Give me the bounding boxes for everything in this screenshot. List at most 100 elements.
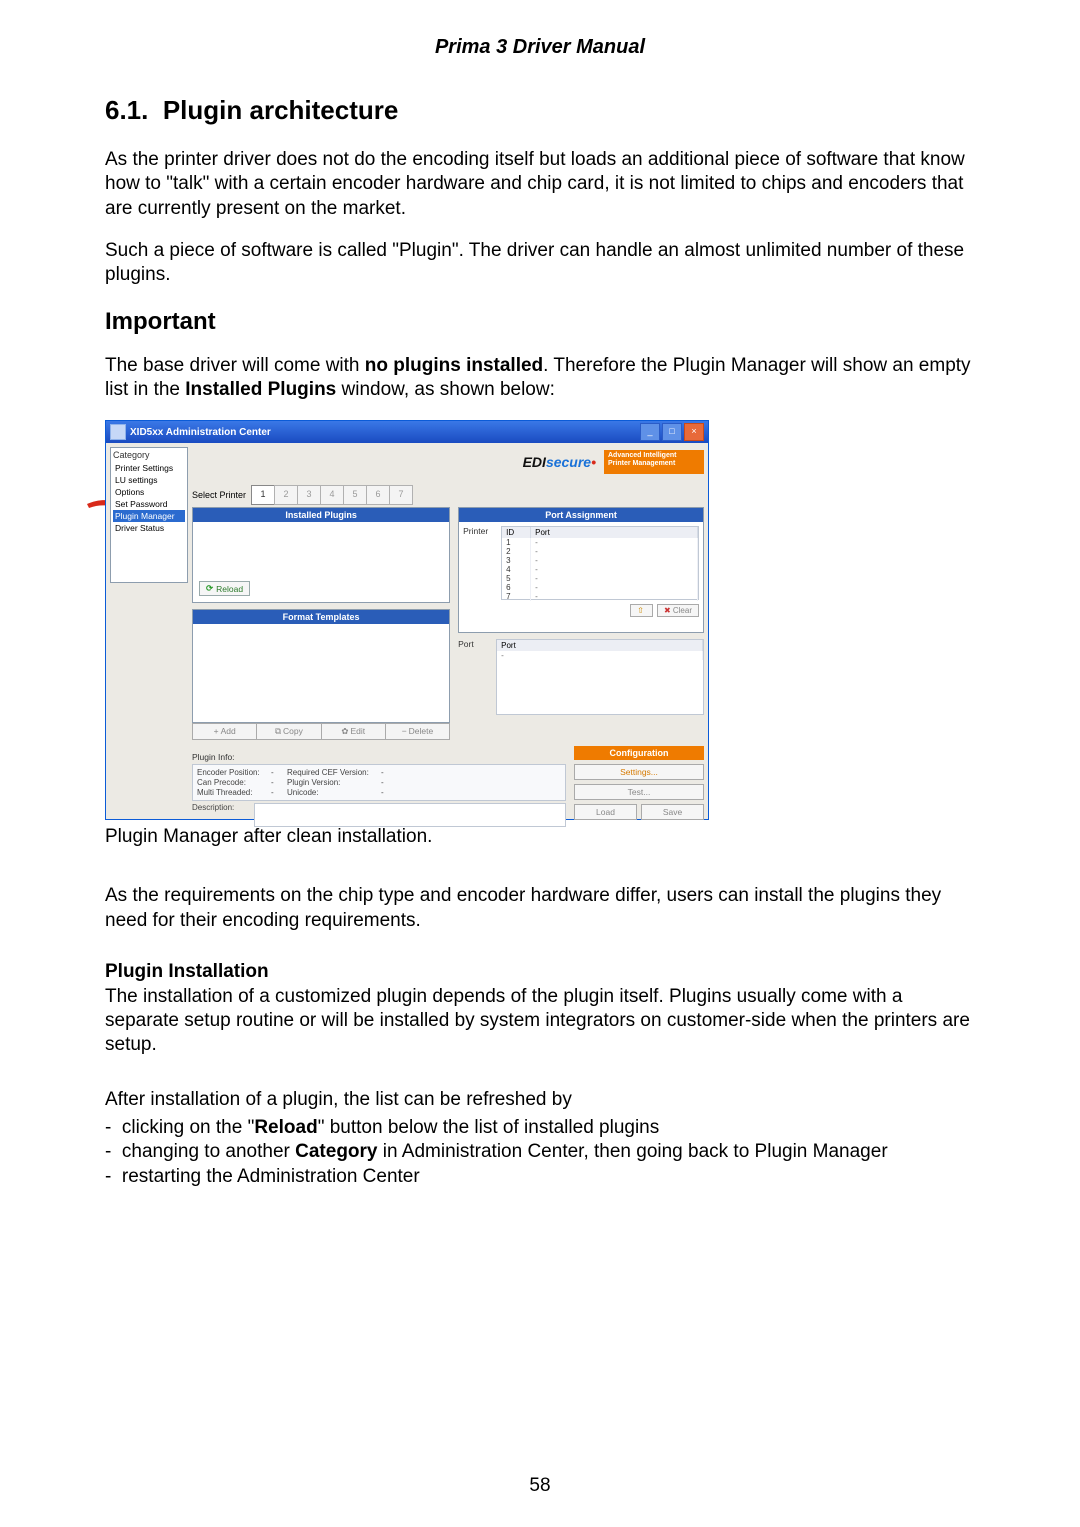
printer-tab[interactable]: 2 (274, 485, 298, 505)
document-title: Prima 3 Driver Manual (105, 36, 975, 59)
description-box (254, 803, 566, 827)
category-item[interactable]: Printer Settings (113, 462, 185, 474)
format-templates-panel: Format Templates (192, 609, 450, 723)
field-value: - (381, 788, 393, 797)
app-icon (110, 424, 126, 440)
printer-tab[interactable]: 3 (297, 485, 321, 505)
cell: 3 (502, 556, 531, 565)
plugin-info-label: Plugin Info: (192, 752, 566, 762)
category-list[interactable]: Category Printer Settings LU settings Op… (110, 447, 188, 583)
up-button[interactable]: ⇧ (630, 604, 653, 617)
test-button[interactable]: Test... (574, 784, 704, 800)
text: secure (546, 454, 591, 470)
plus-icon: + (214, 726, 219, 736)
text: in Administration Center, then going bac… (378, 1141, 888, 1162)
printer-port-table[interactable]: IDPort 1- 2- 3- 4- 5- 6- 7- (501, 526, 699, 600)
copy-button[interactable]: ⧉Copy (256, 723, 321, 740)
cell: 1 (502, 538, 531, 547)
field-label: Multi Threaded: (197, 788, 267, 797)
text: The base driver will come with (105, 355, 365, 376)
category-item-selected[interactable]: Plugin Manager (113, 510, 185, 522)
maximize-button[interactable]: □ (662, 423, 682, 441)
select-printer-label: Select Printer (192, 490, 246, 500)
config-header: Configuration (574, 746, 704, 760)
cell: - (531, 547, 698, 556)
save-button[interactable]: Save (641, 804, 704, 820)
category-item[interactable]: LU settings (113, 474, 185, 486)
button-label: Add (221, 726, 236, 736)
printer-tab[interactable]: 5 (343, 485, 367, 505)
paragraph: After installation of a plugin, the list… (105, 1088, 975, 1112)
load-button[interactable]: Load (574, 804, 637, 820)
cell: 5 (502, 574, 531, 583)
category-item[interactable]: Driver Status (113, 522, 185, 534)
category-label: Category (113, 450, 185, 460)
button-label: Edit (350, 726, 365, 736)
clear-icon: ✖ (664, 606, 671, 615)
text: EDI (523, 454, 546, 470)
panel-header: Installed Plugins (193, 508, 449, 522)
edit-button[interactable]: ✿Edit (321, 723, 386, 740)
description-label: Description: (192, 803, 250, 827)
printer-tabs[interactable]: 1 2 3 4 5 6 7 (252, 485, 413, 505)
button-label: Copy (283, 726, 303, 736)
port-assignment-panel: Port Assignment Printer IDPort 1- 2- (458, 507, 704, 633)
cell: 7 (502, 592, 531, 601)
printer-tab[interactable]: 6 (366, 485, 390, 505)
reload-button[interactable]: ⟳ Reload (199, 581, 250, 596)
text-bold: Reload (254, 1117, 317, 1138)
category-item[interactable]: Set Password (113, 498, 185, 510)
screenshot: XID5xx Administration Center _ □ × Categ… (105, 420, 709, 820)
category-item[interactable]: Options (113, 486, 185, 498)
section-title: Plugin architecture (163, 95, 399, 125)
window-titlebar[interactable]: XID5xx Administration Center _ □ × (106, 421, 708, 443)
list-item: restarting the Administration Center (105, 1165, 975, 1189)
printer-tab[interactable]: 4 (320, 485, 344, 505)
section-heading: 6.1. Plugin architecture (105, 95, 975, 126)
field-value: - (271, 768, 283, 777)
cell: 2 (502, 547, 531, 556)
paragraph: The installation of a customized plugin … (105, 985, 975, 1058)
brand-tagline: Advanced Intelligent Printer Management (604, 450, 704, 474)
text: • (591, 454, 596, 470)
paragraph: Such a piece of software is called "Plug… (105, 239, 975, 288)
clear-button[interactable]: ✖ Clear (657, 604, 699, 617)
col-header: Port (497, 640, 703, 651)
cell: 4 (502, 565, 531, 574)
brand-logo: EDIsecure• (523, 454, 596, 470)
cell: - (531, 538, 698, 547)
window-title: XID5xx Administration Center (130, 427, 271, 438)
paragraph: As the printer driver does not do the en… (105, 148, 975, 221)
delete-button[interactable]: −Delete (385, 723, 450, 740)
installed-plugins-panel: Installed Plugins ⟳ Reload (192, 507, 450, 603)
field-value: - (271, 778, 283, 787)
settings-button[interactable]: Settings... (574, 764, 704, 780)
cell: - (497, 651, 703, 660)
important-heading: Important (105, 308, 975, 336)
col-header: ID (502, 527, 531, 538)
app-window: XID5xx Administration Center _ □ × Categ… (105, 420, 709, 820)
text: " button below the list of installed plu… (318, 1117, 660, 1138)
button-label: Reload (216, 584, 243, 594)
minimize-button[interactable]: _ (640, 423, 660, 441)
close-button[interactable]: × (684, 423, 704, 441)
list-item: changing to another Category in Administ… (105, 1140, 975, 1164)
field-label: Unicode: (287, 788, 377, 797)
add-button[interactable]: +Add (192, 723, 257, 740)
text: clicking on the " (122, 1117, 254, 1138)
text: Printer Management (608, 460, 700, 468)
field-label: Required CEF Version: (287, 768, 377, 777)
port-table[interactable]: Port - (496, 639, 704, 715)
section-number: 6.1. (105, 95, 148, 125)
text: Advanced Intelligent (608, 452, 700, 460)
reload-icon: ⟳ (206, 583, 213, 594)
text: changing to another (122, 1141, 295, 1162)
cell: - (531, 556, 698, 565)
printer-tab[interactable]: 7 (389, 485, 413, 505)
field-value: - (271, 788, 283, 797)
figure-caption: Plugin Manager after clean installation. (105, 826, 975, 848)
paragraph: As the requirements on the chip type and… (105, 884, 975, 933)
bullet-list: clicking on the "Reload" button below th… (105, 1116, 975, 1189)
printer-tab[interactable]: 1 (251, 485, 275, 505)
cell: - (531, 592, 698, 601)
